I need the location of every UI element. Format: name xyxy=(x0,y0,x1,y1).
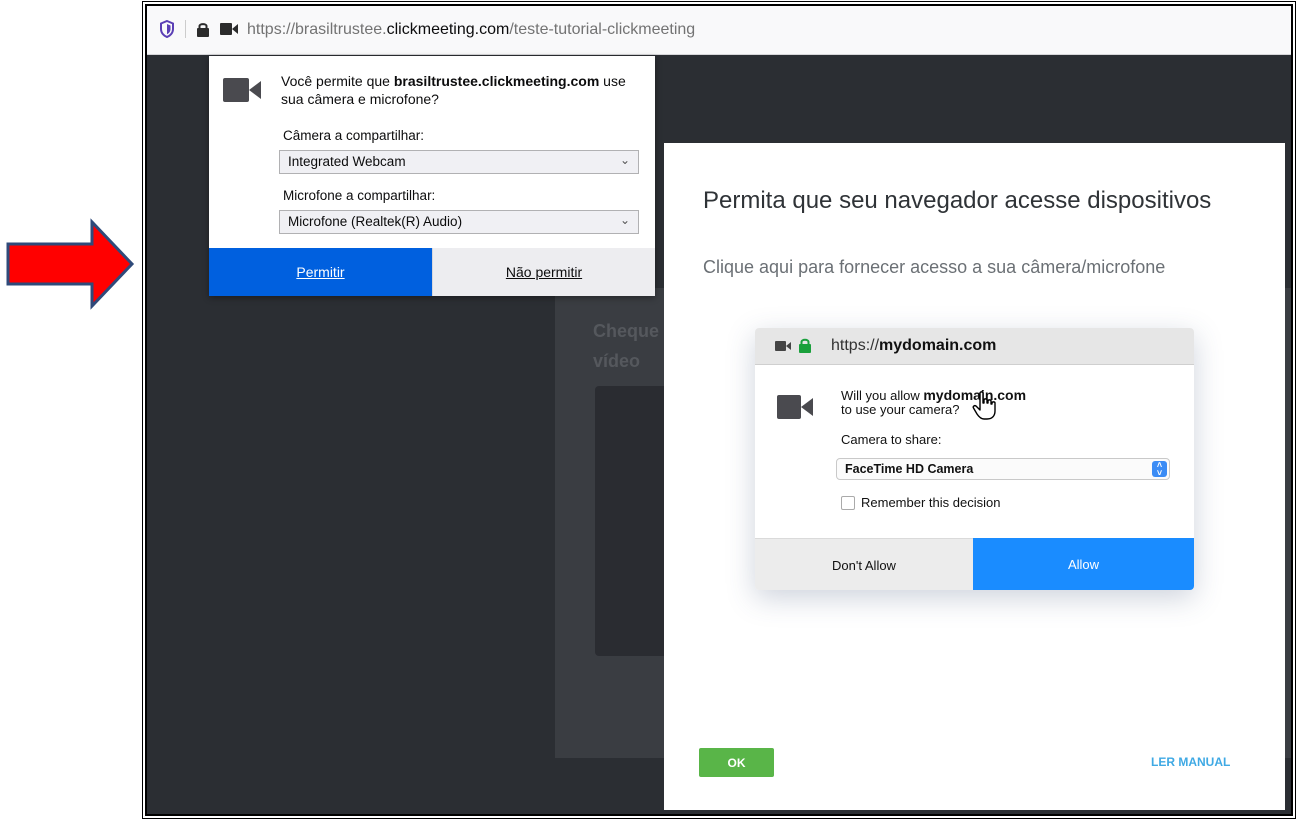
checkbox-icon xyxy=(841,495,855,510)
annotation-arrow-icon xyxy=(6,218,135,310)
address-bar[interactable]: https://brasiltrustee.clickmeeting.com/t… xyxy=(147,6,1291,55)
illustration-dont-allow-button: Don't Allow xyxy=(755,538,973,590)
chevron-down-icon: ⌄ xyxy=(619,153,630,167)
mic-select-value: Microfone (Realtek(R) Audio) xyxy=(288,214,463,229)
permission-popup: Você permite que brasiltrustee.clickmeet… xyxy=(209,56,655,296)
question-prefix: Você permite que xyxy=(281,73,394,89)
illustration-url-prefix: https:// xyxy=(831,337,880,354)
permission-question: Você permite que brasiltrustee.clickmeet… xyxy=(281,72,647,108)
url-path: /teste-tutorial-clickmeeting xyxy=(509,21,696,38)
permission-illustration: https://mydomain.com Will you allow mydo… xyxy=(755,328,1194,590)
chevron-down-icon: ⌄ xyxy=(619,213,630,227)
illustration-remember-label: Remember this decision xyxy=(861,495,1001,510)
background-card-text: Cheque vídeo xyxy=(593,321,660,371)
illustration-url-domain: mydomain.com xyxy=(879,337,997,354)
camera-share-label: Câmera a compartilhar: xyxy=(283,128,425,143)
illustration-remember-checkbox: Remember this decision xyxy=(841,495,1000,510)
lock-icon[interactable] xyxy=(196,21,210,37)
illustration-address-bar: https://mydomain.com xyxy=(755,328,1194,365)
camera-icon xyxy=(223,78,261,102)
tracking-shield-icon[interactable] xyxy=(159,20,175,38)
device-access-modal: Permita que seu navegador acesse disposi… xyxy=(664,143,1285,810)
lock-icon xyxy=(799,338,811,353)
read-manual-link[interactable]: LER MANUAL xyxy=(1151,755,1230,769)
camera-select-value: Integrated Webcam xyxy=(288,154,406,169)
question-domain: brasiltrustee.clickmeeting.com xyxy=(393,73,600,89)
illustration-allow-button: Allow xyxy=(973,538,1194,590)
illustration-url: https://mydomain.com xyxy=(831,337,996,355)
url-prefix: https://brasiltrustee. xyxy=(247,21,387,38)
camera-permission-icon[interactable] xyxy=(220,22,238,36)
illustration-question-prefix: Will you allow xyxy=(841,388,924,403)
illustration-camera-label: Camera to share: xyxy=(841,432,942,447)
mic-share-label: Microfone a compartilhar: xyxy=(283,188,436,203)
illustration-camera-select: FaceTime HD Camera ˄ ˅ xyxy=(836,458,1170,480)
mic-select[interactable]: Microfone (Realtek(R) Audio) ⌄ xyxy=(279,210,639,234)
stepper-icon: ˄ ˅ xyxy=(1152,461,1167,478)
camera-icon xyxy=(775,341,791,351)
modal-subtitle[interactable]: Clique aqui para fornecer acesso a sua c… xyxy=(703,257,1165,278)
deny-button[interactable]: Não permitir xyxy=(432,248,655,296)
screenshot-frame: https://brasiltrustee.clickmeeting.com/t… xyxy=(142,1,1296,819)
ok-button[interactable]: OK xyxy=(699,748,774,777)
illustration-camera-value: FaceTime HD Camera xyxy=(845,462,974,476)
illustration-question: Will you allow mydomain.com to use your c… xyxy=(841,388,1101,417)
allow-button[interactable]: Permitir xyxy=(209,248,432,296)
modal-title: Permita que seu navegador acesse disposi… xyxy=(703,187,1212,214)
hand-cursor-icon xyxy=(972,391,996,420)
url-domain: clickmeeting.com xyxy=(386,21,510,38)
camera-select[interactable]: Integrated Webcam ⌄ xyxy=(279,150,639,174)
illustration-question-suffix: to use your camera? xyxy=(841,402,960,417)
camera-icon xyxy=(777,395,813,419)
url-text[interactable]: https://brasiltrustee.clickmeeting.com/t… xyxy=(247,21,695,39)
